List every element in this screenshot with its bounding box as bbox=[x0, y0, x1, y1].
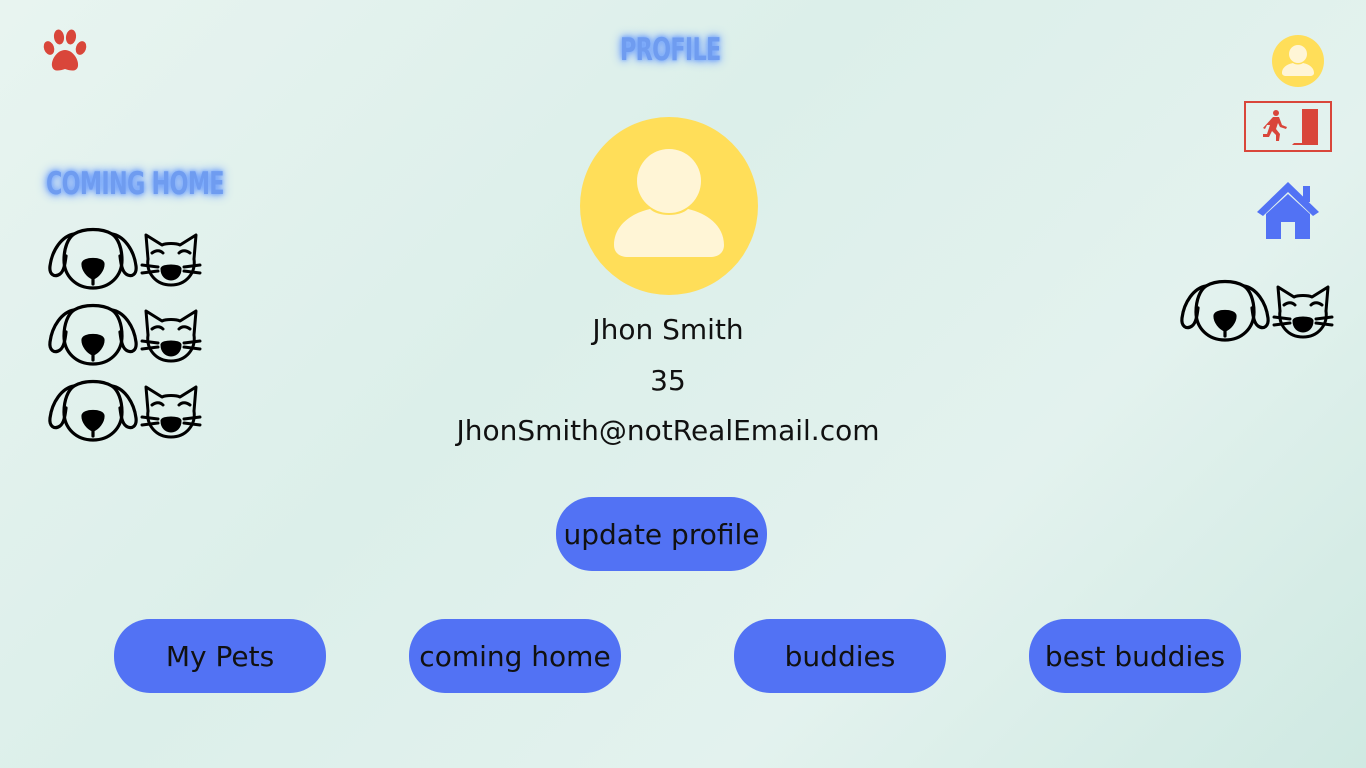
dog-face-icon bbox=[48, 379, 138, 442]
cat-face-icon bbox=[140, 309, 202, 363]
best-buddies-button[interactable]: best buddies bbox=[1029, 619, 1241, 693]
profile-name: Jhon Smith bbox=[592, 313, 744, 346]
pets-shortcut[interactable] bbox=[1178, 278, 1338, 346]
cat-face-icon bbox=[1272, 285, 1334, 339]
cat-face-icon bbox=[140, 385, 202, 439]
dog-face-icon bbox=[48, 303, 138, 366]
home-button[interactable] bbox=[1255, 178, 1321, 240]
page-title: PROFILE bbox=[620, 32, 721, 68]
profile-email: JhonSmith@notRealEmail.com bbox=[456, 414, 880, 447]
pet-pair-row-1[interactable] bbox=[46, 226, 206, 294]
exit-door-icon bbox=[1263, 109, 1318, 145]
pet-pair-row-3[interactable] bbox=[46, 378, 206, 446]
home-icon bbox=[1257, 182, 1319, 239]
my-pets-button[interactable]: My Pets bbox=[114, 619, 326, 693]
cat-face-icon bbox=[140, 233, 202, 287]
dog-face-icon bbox=[1180, 279, 1270, 342]
profile-avatar-icon bbox=[580, 117, 758, 295]
update-profile-button[interactable]: update profile bbox=[556, 497, 767, 571]
coming-home-title: COMING HOME bbox=[46, 166, 225, 202]
pet-pair-row-2[interactable] bbox=[46, 302, 206, 370]
profile-age: 35 bbox=[650, 364, 686, 397]
paw-logo-icon bbox=[40, 28, 90, 76]
account-avatar-icon[interactable] bbox=[1272, 35, 1324, 87]
coming-home-button[interactable]: coming home bbox=[409, 619, 621, 693]
buddies-button[interactable]: buddies bbox=[734, 619, 946, 693]
logout-button[interactable] bbox=[1244, 101, 1332, 152]
dog-face-icon bbox=[48, 227, 138, 290]
